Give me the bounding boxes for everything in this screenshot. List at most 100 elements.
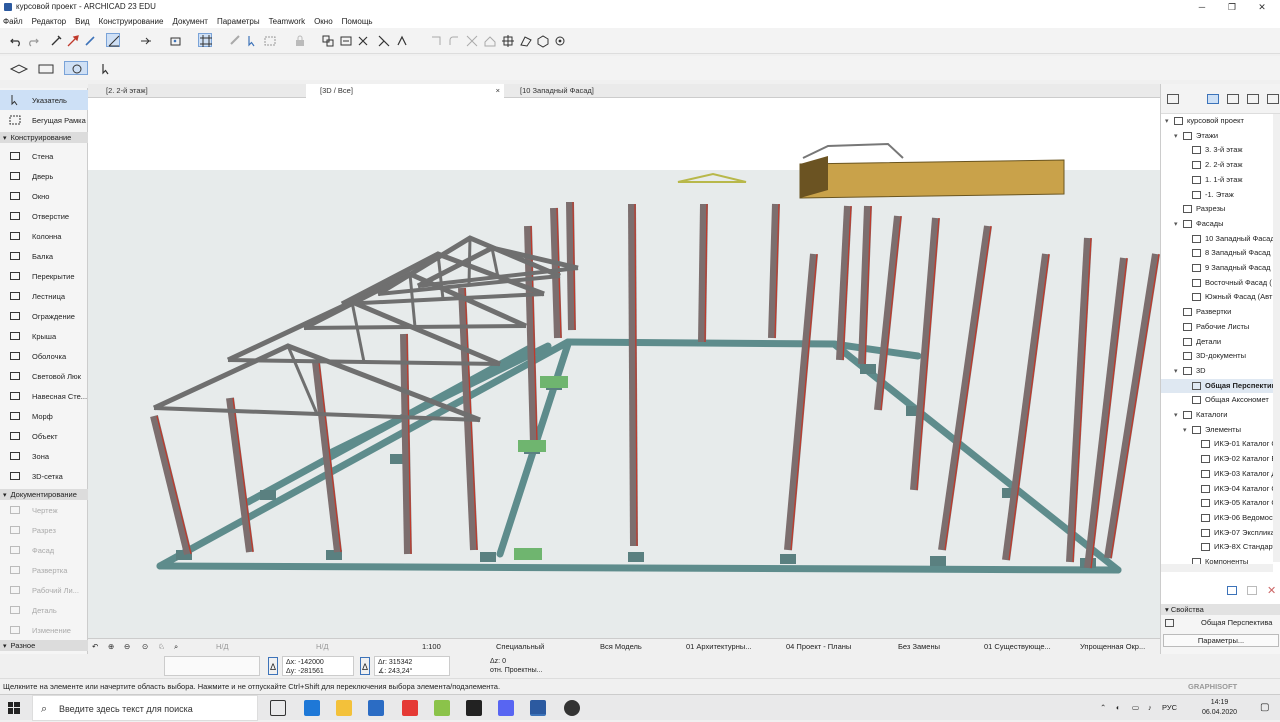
zoom-out-icon[interactable]: ⊖	[124, 639, 130, 655]
menu-help[interactable]: Помощь	[342, 17, 373, 26]
structure-display-field[interactable]: Упрощенная Окр...	[1080, 639, 1145, 655]
explode-icon[interactable]	[500, 33, 514, 47]
navigator-item[interactable]: ИКЭ-8Х Стандарт	[1161, 540, 1273, 555]
navigator-settings-icon[interactable]	[1167, 94, 1179, 104]
navigator-item[interactable]: ▾ Этажи	[1161, 129, 1273, 144]
tab-west-facade[interactable]: [10 Западный Фасад]	[506, 84, 706, 98]
edge-icon[interactable]	[304, 700, 320, 716]
expand-arrow-icon[interactable]: ▾	[1183, 424, 1192, 438]
cursor-tool-icon[interactable]	[244, 33, 258, 47]
eyedropper-icon[interactable]	[65, 33, 79, 47]
arrow-pointer-icon[interactable]	[98, 61, 112, 75]
tool-item[interactable]: Дверь	[0, 166, 88, 186]
navigator-item[interactable]: 8 Западный Фасад	[1161, 246, 1273, 261]
section-documentation[interactable]: Документирование	[0, 489, 88, 500]
view-map-icon[interactable]	[1227, 94, 1239, 104]
navigator-item[interactable]: Разрезы	[1161, 202, 1273, 217]
maximize-button[interactable]: ❐	[1218, 0, 1246, 14]
navigator-item[interactable]: ▾ курсовой проект	[1161, 114, 1273, 129]
ruler-icon[interactable]	[228, 33, 242, 47]
navigator-item[interactable]: ИКЭ-01 Каталог С	[1161, 437, 1273, 452]
store-icon[interactable]	[466, 700, 482, 716]
delete-view-icon[interactable]: ✕	[1267, 584, 1276, 597]
tool-item[interactable]: Изменение	[0, 620, 88, 640]
expand-arrow-icon[interactable]: ▾	[1165, 115, 1174, 129]
tool-item[interactable]: Перекрытие	[0, 266, 88, 286]
clone-icon[interactable]	[1247, 586, 1257, 595]
rotation-value[interactable]: Н/Д	[316, 639, 329, 655]
navigator-item[interactable]: ИКЭ-04 Каталог С	[1161, 482, 1273, 497]
navigator-item[interactable]: Компоненты	[1161, 555, 1273, 564]
coordinate-mode-icon[interactable]: Δ	[268, 657, 278, 675]
inject-icon[interactable]	[82, 33, 96, 47]
layout-book-icon[interactable]	[1247, 94, 1259, 104]
expand-arrow-icon[interactable]: ▾	[1174, 365, 1183, 379]
delta-z-field[interactable]: Δz: 0 отн. Проектны...	[456, 656, 556, 676]
show-orbit-icon[interactable]	[64, 61, 88, 75]
navigator-item[interactable]: ИКЭ-06 Ведомост	[1161, 511, 1273, 526]
tool-item[interactable]: Отверстие	[0, 206, 88, 226]
file-explorer-icon[interactable]	[336, 700, 352, 716]
tool-pointer[interactable]: Указатель	[0, 90, 88, 110]
navigator-item[interactable]: -1. Этаж	[1161, 188, 1273, 203]
redo-icon[interactable]	[25, 33, 39, 47]
notifications-icon[interactable]: ▢	[1260, 695, 1269, 721]
snap-points-icon[interactable]	[168, 33, 182, 47]
tool-item[interactable]: Навесная Сте...	[0, 386, 88, 406]
model-view-field[interactable]: 04 Проект - Планы	[786, 639, 851, 655]
tool-item[interactable]: Крыша	[0, 326, 88, 346]
delta-xy-field[interactable]: Δx: -142000 Δy: -281561	[282, 656, 354, 676]
undo-icon[interactable]	[8, 33, 22, 47]
obs-icon[interactable]	[564, 700, 580, 716]
navigator-scrollbar[interactable]	[1273, 114, 1280, 562]
navigator-item[interactable]: 9 Западный Фасад	[1161, 261, 1273, 276]
section-misc[interactable]: Разное	[0, 640, 88, 651]
navigator-item[interactable]: ИКЭ-05 Каталог С	[1161, 496, 1273, 511]
tray-chevron-icon[interactable]: ⌃	[1100, 695, 1106, 721]
new-view-icon[interactable]	[1227, 586, 1237, 595]
orbit-icon[interactable]: ⊙	[142, 639, 148, 655]
layers-icon[interactable]	[8, 61, 30, 75]
group-icon[interactable]	[320, 33, 334, 47]
close-tab-icon[interactable]: ×	[496, 84, 500, 98]
tool-item[interactable]: Ограждение	[0, 306, 88, 326]
tool-item[interactable]: Окно	[0, 186, 88, 206]
language-indicator[interactable]: РУС	[1162, 695, 1177, 721]
tool-item[interactable]: Световой Люк	[0, 366, 88, 386]
navigator-item[interactable]: Общая Перспектив	[1161, 378, 1273, 394]
3d-view-icon[interactable]	[535, 33, 549, 48]
clock[interactable]: 14:19 06.04.2020	[1202, 698, 1237, 718]
navigator-item[interactable]: Детали	[1161, 335, 1273, 350]
parameters-button[interactable]: Параметры...	[1163, 634, 1279, 647]
tray-apps-icon[interactable]: ◐	[1116, 695, 1121, 721]
navigator-item[interactable]: ▾ Каталоги	[1161, 408, 1273, 423]
expand-arrow-icon[interactable]: ▾	[1174, 409, 1183, 423]
project-map-icon[interactable]	[1207, 94, 1219, 104]
mail-icon[interactable]	[368, 700, 384, 716]
tool-item[interactable]: Развертка	[0, 560, 88, 580]
tool-item[interactable]: Стена	[0, 146, 88, 166]
snap-controls[interactable]	[164, 656, 260, 676]
windows-start-icon[interactable]	[8, 702, 20, 714]
tool-item[interactable]: 3D-сетка	[0, 466, 88, 486]
network-icon[interactable]: ▭	[1132, 695, 1139, 721]
menu-document[interactable]: Документ	[172, 17, 208, 26]
menu-view[interactable]: Вид	[75, 17, 89, 26]
zoom-icon[interactable]: ⌕	[174, 639, 178, 655]
menu-window[interactable]: Окно	[314, 17, 333, 26]
tool-item[interactable]: Деталь	[0, 600, 88, 620]
tool-item[interactable]: Рабочий Ли...	[0, 580, 88, 600]
navigator-item[interactable]: ИКЭ-03 Каталог Д	[1161, 467, 1273, 482]
tool-item[interactable]: Колонна	[0, 226, 88, 246]
delete-icon[interactable]	[355, 33, 369, 47]
archicad-task-icon[interactable]	[530, 700, 546, 716]
tool-item[interactable]: Оболочка	[0, 346, 88, 366]
walk-icon[interactable]: ♘	[158, 639, 165, 655]
intersect-icon[interactable]	[464, 33, 478, 47]
render-icon[interactable]	[552, 33, 566, 47]
zoom-value[interactable]: Н/Д	[216, 639, 229, 655]
navigator-item[interactable]: ▾ 3D	[1161, 364, 1273, 379]
navigator-item[interactable]: Южный Фасад (Авт	[1161, 290, 1273, 305]
pen-set-field[interactable]: 01 Архитектурны...	[686, 639, 751, 655]
navigator-item[interactable]: Развертки	[1161, 305, 1273, 320]
